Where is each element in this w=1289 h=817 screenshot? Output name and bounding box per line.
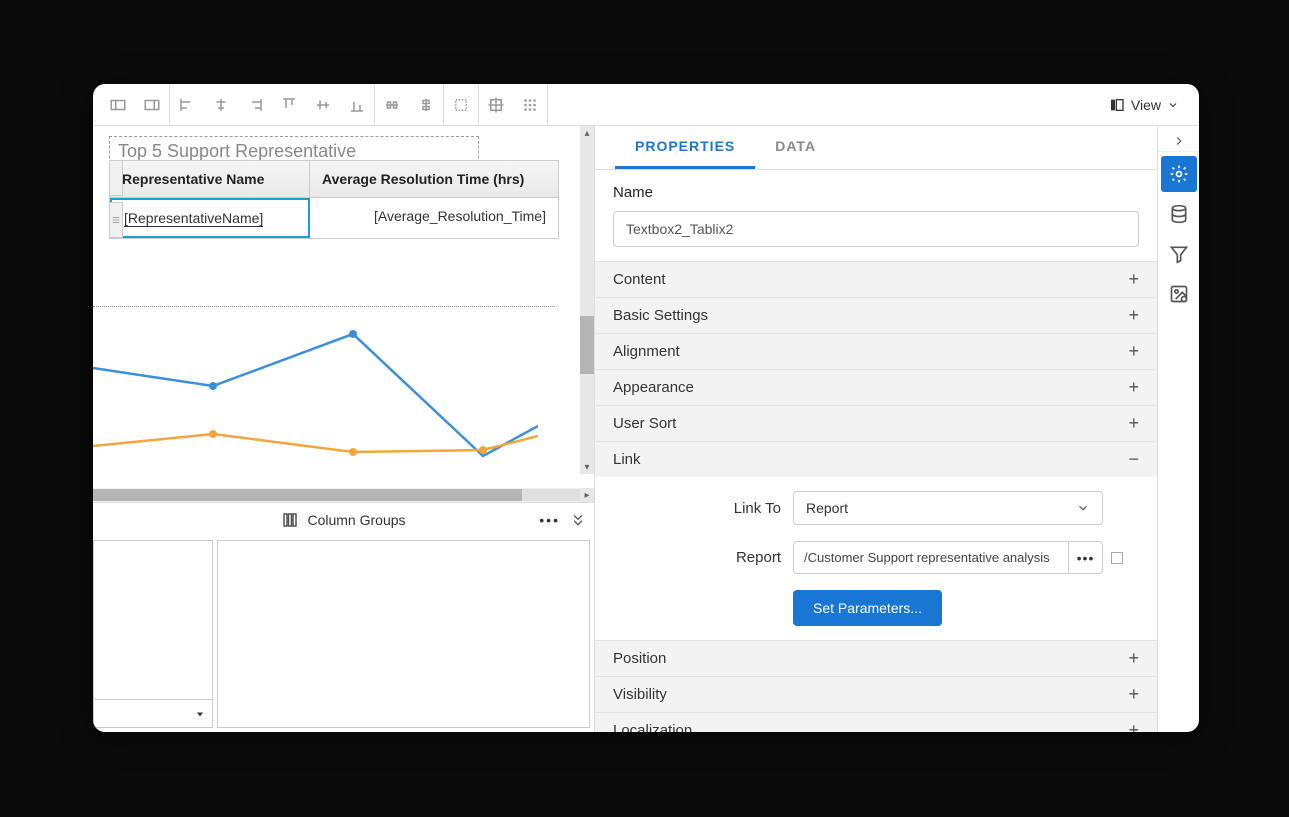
col-header-avgtime[interactable]: Average Resolution Time (hrs) <box>310 161 558 197</box>
data-row-handle[interactable] <box>109 202 123 238</box>
groups-panels <box>93 536 594 732</box>
tab-properties[interactable]: PROPERTIES <box>615 126 755 169</box>
row-groups-panel[interactable] <box>93 540 213 728</box>
cell-avgtime[interactable]: [Average_Resolution_Time] <box>310 198 558 238</box>
section-visibility[interactable]: Visibility+ <box>595 676 1157 712</box>
align-right-button[interactable] <box>238 88 272 122</box>
same-size-button[interactable] <box>479 88 513 122</box>
vertical-scrollbar[interactable]: ▴ ▾ <box>580 126 594 474</box>
header-row-handle[interactable] <box>109 160 123 196</box>
set-parameters-button[interactable]: Set Parameters... <box>793 590 942 626</box>
plus-icon: + <box>1128 377 1139 398</box>
snap-grid-button[interactable] <box>513 88 547 122</box>
name-input[interactable] <box>613 211 1139 247</box>
view-label: View <box>1131 97 1161 113</box>
section-link[interactable]: Link− <box>595 441 1157 477</box>
align-bottom-button[interactable] <box>340 88 374 122</box>
data-rail-button[interactable] <box>1161 196 1197 232</box>
report-canvas[interactable]: Top 5 Support Representative Representat… <box>93 126 594 488</box>
align-top-button[interactable] <box>272 88 306 122</box>
plus-icon: + <box>1128 720 1139 732</box>
section-basic-settings[interactable]: Basic Settings+ <box>595 297 1157 333</box>
view-icon <box>1109 97 1125 113</box>
columns-icon <box>281 511 299 529</box>
view-dropdown[interactable]: View <box>1097 84 1191 125</box>
panel-tabs: PROPERTIES DATA <box>595 126 1157 170</box>
image-settings-icon <box>1169 284 1189 304</box>
chevron-down-icon <box>1076 501 1090 515</box>
size-to-grid-button[interactable] <box>444 88 478 122</box>
scroll-down-arrow[interactable]: ▾ <box>580 460 594 474</box>
align-left-button[interactable] <box>170 88 204 122</box>
col-header-repname[interactable]: Representative Name <box>110 161 310 197</box>
column-groups-panel[interactable] <box>217 540 590 728</box>
more-icon[interactable]: ••• <box>539 512 560 528</box>
database-icon <box>1169 204 1189 224</box>
browse-button[interactable]: ••• <box>1068 542 1102 573</box>
report-checkbox[interactable] <box>1111 552 1123 564</box>
side-rail <box>1157 126 1199 732</box>
gear-icon <box>1169 164 1189 184</box>
collapse-panel-button[interactable] <box>1158 130 1199 152</box>
plus-icon: + <box>1128 684 1139 705</box>
align-center-button[interactable] <box>204 88 238 122</box>
plus-icon: + <box>1128 341 1139 362</box>
tablix[interactable]: Representative Name Average Resolution T… <box>109 160 559 239</box>
report-designer-window: View Top 5 Support Representative Repres… <box>93 84 1199 732</box>
column-groups-bar: Column Groups ••• <box>93 502 594 536</box>
plus-icon: + <box>1128 269 1139 290</box>
minus-icon: − <box>1128 449 1139 470</box>
cell-repname[interactable]: [RepresentativeName] <box>110 198 310 238</box>
chevron-right-icon <box>1172 134 1186 148</box>
align-middle-button[interactable] <box>306 88 340 122</box>
line-chart[interactable] <box>93 326 538 476</box>
section-position[interactable]: Position+ <box>595 640 1157 676</box>
tab-data[interactable]: DATA <box>755 126 836 169</box>
collapse-down-icon[interactable] <box>570 512 586 528</box>
design-surface: Top 5 Support Representative Representat… <box>93 126 595 732</box>
section-appearance[interactable]: Appearance+ <box>595 369 1157 405</box>
properties-panel: PROPERTIES DATA Name Content+ Basic Sett… <box>595 126 1157 732</box>
distribute-h-button[interactable] <box>375 88 409 122</box>
image-rail-button[interactable] <box>1161 276 1197 312</box>
group-dropdown[interactable] <box>94 699 212 727</box>
horizontal-scrollbar[interactable]: ▸ <box>93 488 594 502</box>
plus-icon: + <box>1128 648 1139 669</box>
chevron-down-icon <box>1167 99 1179 111</box>
split-cells-button[interactable] <box>135 88 169 122</box>
plus-icon: + <box>1128 413 1139 434</box>
linkto-select[interactable]: Report <box>793 491 1103 525</box>
scroll-right-arrow[interactable]: ▸ <box>580 488 594 502</box>
section-user-sort[interactable]: User Sort+ <box>595 405 1157 441</box>
linkto-label: Link To <box>613 500 781 517</box>
report-label: Report <box>613 549 781 566</box>
properties-rail-button[interactable] <box>1161 156 1197 192</box>
section-alignment[interactable]: Alignment+ <box>595 333 1157 369</box>
vscroll-thumb[interactable] <box>580 316 594 374</box>
link-section-body: Link To Report Report /Customer Support … <box>595 477 1157 640</box>
menu-icon <box>111 215 121 225</box>
distribute-v-button[interactable] <box>409 88 443 122</box>
hscroll-thumb[interactable] <box>93 489 522 501</box>
scroll-up-arrow[interactable]: ▴ <box>580 126 594 140</box>
column-groups-label: Column Groups <box>307 512 405 528</box>
section-localization[interactable]: Localization+ <box>595 712 1157 732</box>
name-label: Name <box>613 184 1139 201</box>
caret-down-icon <box>194 708 206 720</box>
report-path-input[interactable]: /Customer Support representative analysi… <box>793 541 1103 574</box>
plus-icon: + <box>1128 305 1139 326</box>
filter-icon <box>1169 244 1189 264</box>
merge-cells-button[interactable] <box>101 88 135 122</box>
section-content[interactable]: Content+ <box>595 261 1157 297</box>
filter-rail-button[interactable] <box>1161 236 1197 272</box>
toolbar: View <box>93 84 1199 126</box>
